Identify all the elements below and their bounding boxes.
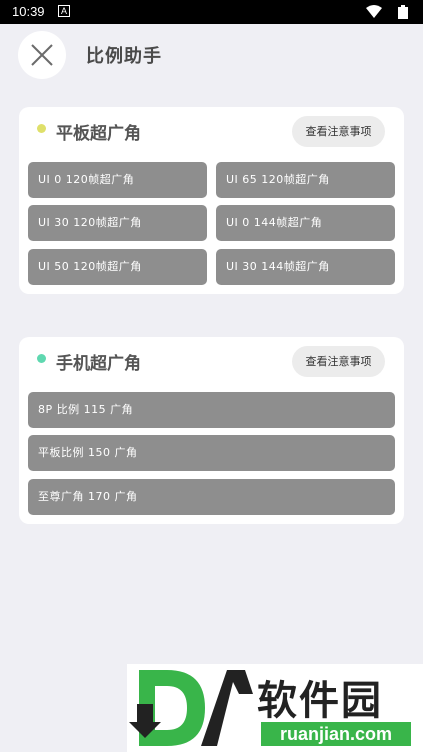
battery-icon	[398, 5, 408, 19]
tablet-notice-button[interactable]: 查看注意事项	[292, 116, 385, 147]
watermark-da-logo-icon	[129, 670, 253, 746]
status-bar: 10:39 A	[0, 0, 423, 24]
tablet-section-title: 平板超广角	[56, 124, 141, 144]
tablet-option[interactable]: UI 30 120帧超广角	[28, 205, 207, 241]
tablet-section-card: 平板超广角 查看注意事项 UI 0 120帧超广角 UI 65 120帧超广角 …	[19, 107, 404, 294]
tablet-option[interactable]: UI 50 120帧超广角	[28, 249, 207, 285]
header: 比例助手	[0, 24, 423, 86]
phone-notice-button[interactable]: 查看注意事项	[292, 346, 385, 377]
phone-option[interactable]: 8P 比例 115 广角	[28, 392, 395, 428]
page-title: 比例助手	[86, 46, 162, 67]
tablet-option[interactable]: UI 65 120帧超广角	[216, 162, 395, 198]
watermark-cn-text: 软件园	[257, 678, 383, 724]
tablet-option[interactable]: UI 0 120帧超广角	[28, 162, 207, 198]
wifi-icon	[366, 5, 382, 18]
watermark-logo: 软件园 ruanjian.com	[127, 664, 423, 752]
status-time: 10:39	[12, 4, 45, 19]
watermark-url-text: ruanjian.com	[261, 722, 411, 746]
phone-section-dot	[37, 354, 46, 363]
tablet-section-dot	[37, 124, 46, 133]
tablet-option[interactable]: UI 30 144帧超广角	[216, 249, 395, 285]
phone-section-card: 手机超广角 查看注意事项 8P 比例 115 广角 平板比例 150 广角 至尊…	[19, 337, 404, 524]
tablet-option[interactable]: UI 0 144帧超广角	[216, 205, 395, 241]
phone-option[interactable]: 平板比例 150 广角	[28, 435, 395, 471]
close-button[interactable]	[18, 31, 66, 79]
tablet-section-header: 平板超广角 查看注意事项	[19, 107, 404, 159]
notification-icon: A	[58, 5, 70, 17]
phone-section-header: 手机超广角 查看注意事项	[19, 337, 404, 389]
phone-section-title: 手机超广角	[56, 354, 141, 374]
close-icon	[31, 44, 53, 66]
phone-option[interactable]: 至尊广角 170 广角	[28, 479, 395, 515]
